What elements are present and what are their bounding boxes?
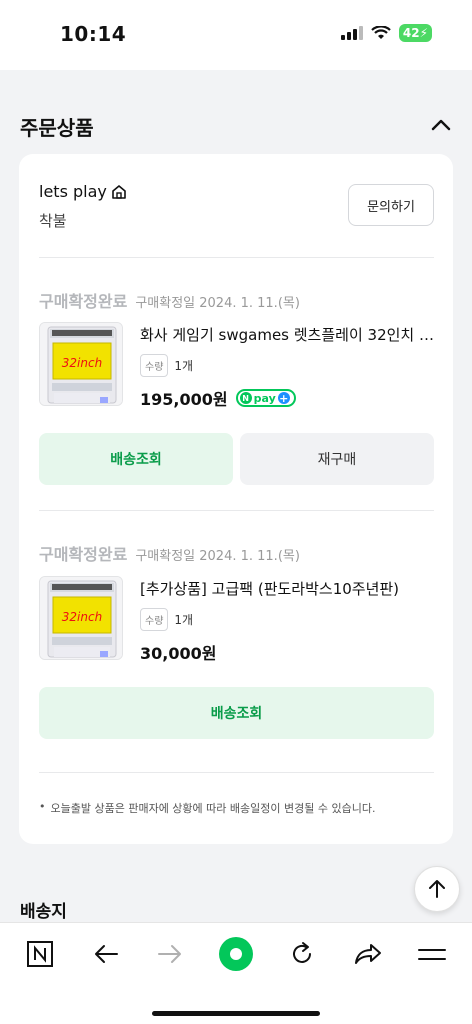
order-card: lets play 착불 문의하기 구매확정완료 구매확정일 2024. 1. … — [19, 154, 453, 844]
divider — [39, 510, 434, 511]
notice-text: 오늘출발 상품은 판매자에 상황에 따라 배송일정이 변경될 수 있습니다. — [50, 802, 376, 815]
shipping-fee: 착불 — [39, 212, 67, 230]
status-bar: 10:14 42⚡ — [0, 0, 472, 70]
quantity-value: 1개 — [174, 359, 194, 373]
seller-name-label: lets play — [39, 182, 107, 201]
shipping-notice: • 오늘출발 상품은 판매자에 상황에 따라 배송일정이 변경될 수 있습니다. — [39, 800, 375, 816]
collapse-button[interactable] — [424, 110, 458, 140]
back-button[interactable] — [86, 937, 126, 971]
seller-name[interactable]: lets play — [39, 182, 127, 201]
refresh-icon — [293, 942, 311, 963]
order-status-line: 구매확정완료 구매확정일 2024. 1. 11.(목) — [39, 288, 300, 312]
product-price: 195,000원 — [140, 390, 228, 409]
order-status-line: 구매확정완료 구매확정일 2024. 1. 11.(목) — [39, 541, 300, 565]
quantity-badge: 수량 — [140, 608, 169, 631]
product-image[interactable]: 32inch — [39, 322, 123, 406]
green-home-button[interactable] — [216, 937, 256, 971]
npay-label: pay — [253, 391, 276, 405]
refresh-button[interactable] — [282, 937, 322, 971]
order-items-header: 주문상품 — [0, 100, 472, 150]
quantity-value: 1개 — [174, 613, 194, 627]
share-icon — [355, 944, 381, 964]
product-image[interactable]: 32inch — [39, 576, 123, 660]
product-image-label: 32inch — [62, 356, 102, 370]
order-status: 구매확정완료 — [39, 545, 128, 564]
arrow-up-icon — [429, 880, 445, 898]
npay-plus-badge: N pay + — [235, 389, 296, 407]
chevron-up-icon — [431, 119, 451, 131]
battery-level: 42 — [402, 26, 420, 40]
green-home-icon — [219, 937, 253, 971]
price-line: 195,000원 N pay + — [140, 386, 296, 410]
quantity-line: 수량 1개 — [140, 608, 193, 631]
confirm-date: 구매확정일 2024. 1. 11.(목) — [135, 549, 300, 564]
browser-toolbar — [0, 922, 472, 1024]
rebuy-button[interactable]: 재구매 — [240, 433, 434, 485]
naver-logo-icon — [27, 941, 53, 967]
quantity-line: 수량 1개 — [140, 354, 193, 377]
wifi-icon — [371, 26, 391, 39]
back-arrow-icon — [95, 945, 118, 963]
forward-button[interactable] — [150, 937, 190, 971]
menu-icon — [418, 949, 446, 960]
quantity-badge: 수량 — [140, 354, 169, 377]
price-line: 30,000원 — [140, 640, 216, 664]
npay-n-icon: N — [239, 392, 252, 404]
store-home-icon — [112, 184, 126, 199]
home-indicator — [152, 1011, 320, 1016]
status-time: 10:14 — [60, 22, 127, 46]
shipping-address-title: 배송지 — [20, 902, 67, 922]
bullet: • — [39, 800, 46, 813]
forward-arrow-icon — [158, 945, 181, 963]
scroll-top-button[interactable] — [414, 866, 460, 912]
order-status: 구매확정완료 — [39, 292, 128, 311]
divider — [39, 257, 434, 258]
share-button[interactable] — [348, 937, 388, 971]
inquiry-button[interactable]: 문의하기 — [348, 184, 434, 226]
status-icons: 42⚡ — [340, 24, 432, 42]
cellular-signal-icon — [340, 26, 363, 40]
plus-icon: + — [277, 391, 290, 405]
menu-button[interactable] — [412, 937, 452, 971]
battery-icon: 42⚡ — [398, 24, 432, 42]
arcade-cabinet-image: 32inch — [40, 577, 122, 659]
track-shipment-button[interactable]: 배송조회 — [39, 433, 233, 485]
product-image-label: 32inch — [62, 610, 102, 624]
product-title[interactable]: [추가상품] 고급팩 (판도라박스10주년판) — [140, 578, 436, 599]
section-title: 주문상품 — [20, 116, 94, 140]
track-shipment-button[interactable]: 배송조회 — [39, 687, 434, 739]
arcade-cabinet-image: 32inch — [40, 323, 122, 405]
product-price: 30,000원 — [140, 644, 217, 663]
naver-logo-button[interactable] — [20, 937, 60, 971]
divider — [39, 772, 434, 773]
confirm-date: 구매확정일 2024. 1. 11.(목) — [135, 296, 300, 311]
product-title[interactable]: 화사 게임기 swgames 렛츠플레이 32인치 아케이드 게임기 — [140, 324, 436, 345]
